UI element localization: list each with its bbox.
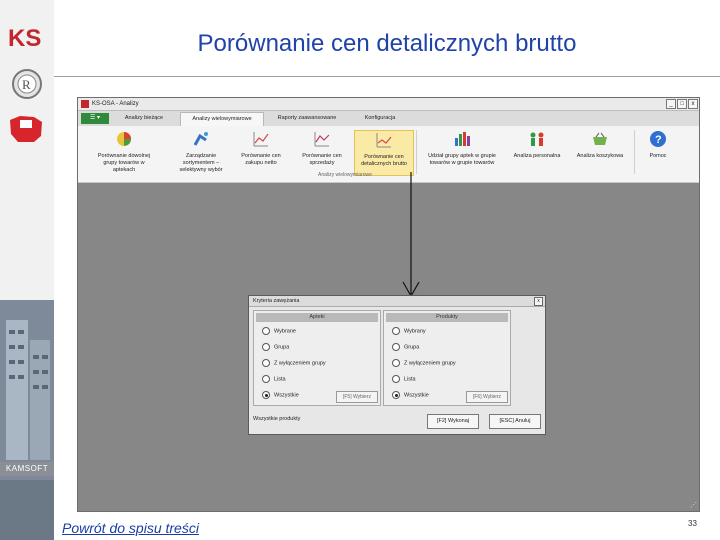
option-label: Wybrany	[404, 328, 426, 335]
radio-button[interactable]	[262, 343, 270, 351]
radio-z-wylaczeniem-grupy[interactable]: Z wyłączeniem grupy	[262, 359, 326, 367]
radio-wybrane[interactable]: Wybrane	[262, 327, 296, 335]
dialog-title: Kryteria zawężania	[253, 298, 300, 304]
radio-lista[interactable]: Lista	[392, 375, 416, 383]
option-label: Z wyłączeniem grupy	[274, 360, 326, 367]
radio-button[interactable]	[392, 375, 400, 383]
dialog-titlebar: Kryteria zawężania x	[249, 296, 545, 307]
execute-button[interactable]: [F2] Wykonaj	[427, 414, 479, 429]
radio-button[interactable]	[392, 359, 400, 367]
radio-button[interactable]	[392, 343, 400, 351]
radio-button[interactable]	[262, 327, 270, 335]
radio-button[interactable]	[262, 375, 270, 383]
apteki-select-button[interactable]: [F5] Wybierz	[336, 391, 378, 403]
cancel-button[interactable]: [ESC] Anuluj	[489, 414, 541, 429]
annotation-arrow	[402, 172, 420, 298]
option-label: Wszystkie	[274, 392, 299, 399]
radio-lista[interactable]: Lista	[262, 375, 286, 383]
option-label: Grupa	[404, 344, 420, 351]
option-label: Lista	[274, 376, 286, 383]
option-label: Z wyłączeniem grupy	[404, 360, 456, 367]
back-to-contents-link[interactable]: Powrót do spisu treści	[62, 520, 199, 536]
radio-button[interactable]	[392, 391, 400, 399]
panel-produkty: Produkty Wybrany Grupa Z wyłączeniem gru…	[383, 310, 511, 406]
panel-header: Produkty	[386, 313, 508, 322]
dialog-status: Wszystkie produkty	[253, 416, 301, 422]
produkty-select-button[interactable]: [F6] Wybierz	[466, 391, 508, 403]
radio-button[interactable]	[262, 391, 270, 399]
dialog-close-button[interactable]: x	[534, 297, 543, 306]
radio-button[interactable]	[262, 359, 270, 367]
radio-z-wylaczeniem-grupy[interactable]: Z wyłączeniem grupy	[392, 359, 456, 367]
panel-header: Apteki	[256, 313, 378, 322]
radio-wybrany[interactable]: Wybrany	[392, 327, 426, 335]
criteria-dialog: Kryteria zawężania x Apteki Wybrane Grup…	[248, 295, 546, 435]
radio-grupa[interactable]: Grupa	[262, 343, 289, 351]
option-label: Wszystkie	[404, 392, 429, 399]
panel-apteki: Apteki Wybrane Grupa Z wyłączeniem grupy…	[253, 310, 381, 406]
option-label: Wybrane	[274, 328, 296, 335]
radio-button[interactable]	[392, 327, 400, 335]
radio-grupa[interactable]: Grupa	[392, 343, 419, 351]
option-label: Lista	[404, 376, 416, 383]
option-label: Grupa	[274, 344, 290, 351]
radio-wszystkie[interactable]: Wszystkie	[392, 391, 429, 399]
radio-wszystkie[interactable]: Wszystkie	[262, 391, 299, 399]
page-number: 33	[688, 519, 697, 528]
